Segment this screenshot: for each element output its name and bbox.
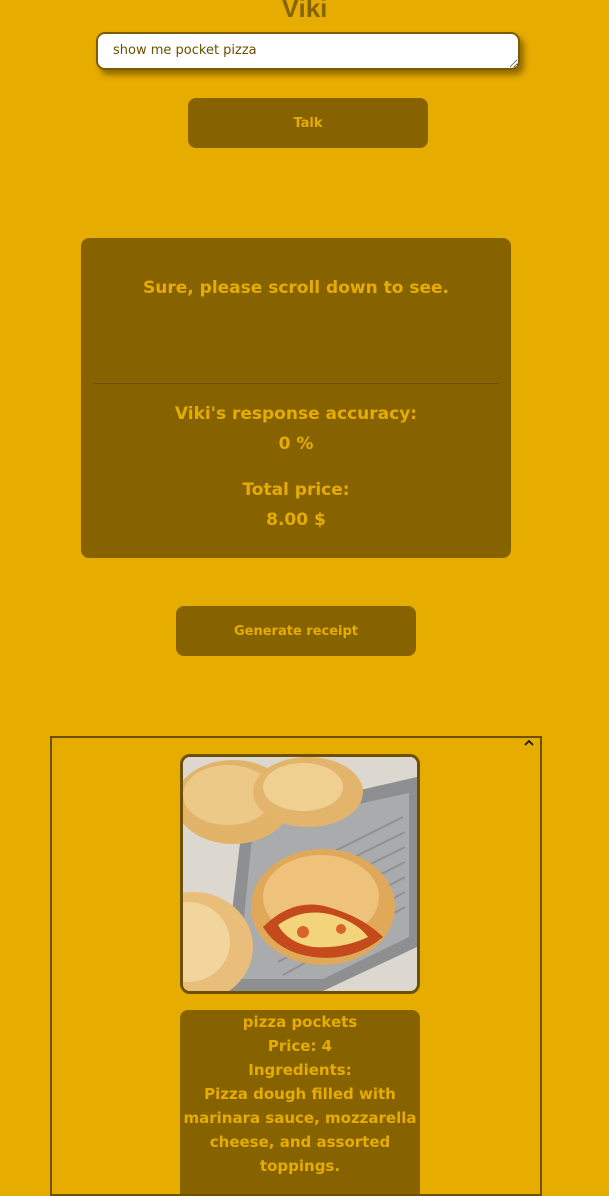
product-name: pizza pockets [242,1013,358,1031]
generate-receipt-button[interactable]: Generate receipt [176,606,416,656]
total-price-label: Total price: [242,480,350,500]
accuracy-value: 0 % [278,434,314,454]
chat-input[interactable]: show me pocket pizza [96,32,520,70]
results-panel[interactable]: pizza pockets Price: 4 Ingredients: Pizz… [50,736,542,1196]
card-divider [93,383,499,384]
product-ingredients-label: Ingredients: [248,1061,352,1079]
response-message: Sure, please scroll down to see. [143,278,449,298]
pizza-pocket-photo [183,757,417,991]
product-ingredients-text: Pizza dough filled with marinara sauce, … [183,1085,417,1175]
chevron-up-glyph [524,739,534,746]
total-price-value: 8.00 $ [266,510,326,530]
product-image [180,754,420,994]
chevron-up-icon[interactable] [522,738,536,752]
accuracy-label: Viki's response accuracy: [174,404,418,424]
talk-button[interactable]: Talk [188,98,428,148]
product-info: pizza pockets Price: 4 Ingredients: Pizz… [180,1010,420,1194]
product-price: Price: 4 [267,1037,333,1055]
app-title: Viki [281,0,328,23]
response-card: Sure, please scroll down to see. Viki's … [81,238,511,558]
